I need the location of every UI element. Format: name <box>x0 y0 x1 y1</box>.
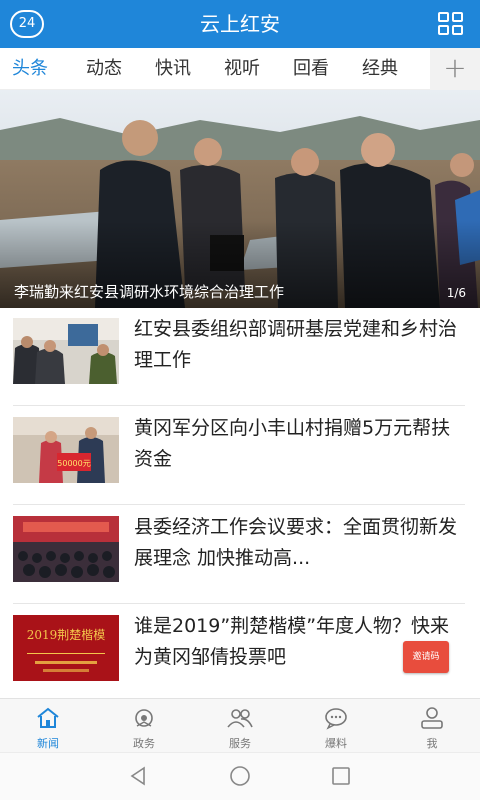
news-thumbnail: 50000元 <box>13 417 119 483</box>
nav-me[interactable]: 我 <box>384 699 480 753</box>
nav-label: 我 <box>426 737 438 750</box>
back-icon[interactable] <box>128 765 148 787</box>
nav-label: 新闻 <box>37 737 59 750</box>
thumb-cheque-text: 50000元 <box>57 459 90 468</box>
thumb-banner-text: 2019荆楚楷模 <box>27 627 106 642</box>
emblem-icon <box>135 709 153 727</box>
hero-caption: 李瑞勤来红安县调研水环境综合治理工作 <box>14 283 285 301</box>
news-thumbnail <box>13 516 119 582</box>
news-title: 县委经济工作会议要求：全面贯彻新发展理念 加快推动高... <box>134 516 458 569</box>
add-channel-icon[interactable]: + <box>430 48 480 90</box>
bottom-nav: 新闻 政务 服务 爆料 我 <box>0 698 480 752</box>
news-thumbnail <box>13 318 119 384</box>
divider <box>13 603 465 604</box>
nav-label: 爆料 <box>325 737 347 750</box>
news-item[interactable]: 红安县委组织部调研基层党建和乡村治理工作 <box>0 310 480 410</box>
nav-label: 服务 <box>229 737 251 750</box>
hero-pager: 1/6 <box>446 286 466 300</box>
nav-label: 政务 <box>133 737 155 750</box>
divider <box>13 504 465 505</box>
tab-news[interactable]: 动态 <box>86 48 122 90</box>
chat-icon <box>325 708 347 730</box>
tab-flash[interactable]: 快讯 <box>155 48 191 90</box>
app-header: 24 云上红安 <box>0 0 480 48</box>
tab-video[interactable]: 视听 <box>224 48 260 90</box>
news-title: 黄冈军分区向小丰山村捐赠5万元帮扶资金 <box>134 417 451 470</box>
system-nav-bar <box>0 752 480 800</box>
tab-headlines[interactable]: 头条 <box>12 48 48 90</box>
divider <box>13 405 465 406</box>
nav-news[interactable]: 新闻 <box>0 699 96 753</box>
news-item[interactable]: 县委经济工作会议要求：全面贯彻新发展理念 加快推动高... <box>0 508 480 608</box>
news-thumbnail: 2019荆楚楷模 <box>13 615 119 681</box>
tab-replay[interactable]: 回看 <box>293 48 329 90</box>
home-button-icon[interactable] <box>229 765 251 787</box>
nav-report[interactable]: 爆料 <box>288 699 384 753</box>
home-icon <box>37 707 59 728</box>
hero-banner[interactable]: 李瑞勤来红安县调研水环境综合治理工作 1/6 <box>0 90 480 308</box>
tab-classic[interactable]: 经典 <box>362 48 398 90</box>
news-item[interactable]: 50000元 黄冈军分区向小丰山村捐赠5万元帮扶资金 <box>0 409 480 509</box>
app-title: 云上红安 <box>200 12 280 36</box>
invite-code-badge[interactable]: 邀请码 <box>403 641 449 673</box>
grid-icon[interactable] <box>438 12 464 36</box>
user-icon <box>421 707 443 729</box>
recents-icon[interactable] <box>331 765 351 787</box>
nav-services[interactable]: 服务 <box>192 699 288 753</box>
news-title: 红安县委组织部调研基层党建和乡村治理工作 <box>134 318 458 371</box>
nav-government[interactable]: 政务 <box>96 699 192 753</box>
channel-tabs: 头条 动态 快讯 视听 回看 经典 + <box>0 48 480 90</box>
hero-image <box>0 90 480 308</box>
people-icon <box>227 709 253 728</box>
